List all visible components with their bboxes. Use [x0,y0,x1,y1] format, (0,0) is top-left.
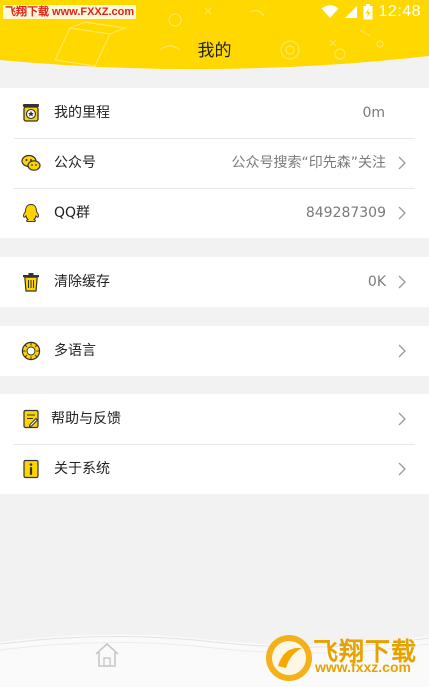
feedback-icon [23,409,39,429]
settings-group-1: 我的里程 0m 公众号 公众号搜索“印先森”关注 QQ群 849287309 [0,88,429,238]
row-about-system[interactable]: 关于系统 [0,444,429,494]
header-bar: 飞翔下载 www.FXXZ.com 12:48 我的 [0,0,429,74]
qq-penguin-icon [23,203,39,222]
status-time: 12:48 [378,3,421,20]
row-clear-cache-value: 0K [367,274,386,290]
home-icon[interactable] [93,641,121,669]
signal-icon [345,6,358,18]
row-help-feedback-label: 帮助与反馈 [51,411,121,427]
row-official-account-label: 公众号 [54,155,96,171]
watermark-top: 飞翔下载 www.FXXZ.com [3,5,137,19]
star-badge-icon [23,104,39,122]
row-mileage[interactable]: 我的里程 0m [0,88,429,138]
chevron-right-icon [398,206,406,220]
row-qq-group-label: QQ群 [54,205,91,221]
status-bar: 飞翔下载 www.FXXZ.com 12:48 [0,0,429,24]
status-icons: 12:48 [321,2,421,22]
chevron-right-icon [398,156,406,170]
row-language-label: 多语言 [54,343,96,359]
chevron-right-icon [398,275,406,289]
row-official-account-value: 公众号搜索“印先森”关注 [231,155,386,171]
row-language[interactable]: 多语言 [0,326,429,376]
settings-group-4: 帮助与反馈 关于系统 [0,394,429,494]
row-about-system-label: 关于系统 [54,461,110,477]
settings-group-2: 清除缓存 0K [0,257,429,307]
chevron-right-icon [398,412,406,426]
watermark-url: www.fxxz.com [315,659,411,675]
wechat-icon [21,154,41,171]
wifi-icon [321,5,339,18]
row-mileage-value: 0m [362,105,385,121]
settings-group-3: 多语言 [0,326,429,376]
language-icon [21,341,41,361]
row-help-feedback[interactable]: 帮助与反馈 [0,394,429,444]
row-qq-group[interactable]: QQ群 849287309 [0,188,429,238]
info-icon [23,459,39,479]
chevron-right-icon [398,462,406,476]
row-official-account[interactable]: 公众号 公众号搜索“印先森”关注 [0,138,429,188]
chevron-right-icon [398,344,406,358]
trash-icon [23,273,39,292]
row-qq-group-value: 849287309 [305,205,386,221]
page-title: 我的 [197,41,232,61]
battery-charging-icon [363,4,373,20]
row-clear-cache[interactable]: 清除缓存 0K [0,257,429,307]
row-clear-cache-label: 清除缓存 [54,274,110,290]
row-mileage-label: 我的里程 [54,105,110,121]
